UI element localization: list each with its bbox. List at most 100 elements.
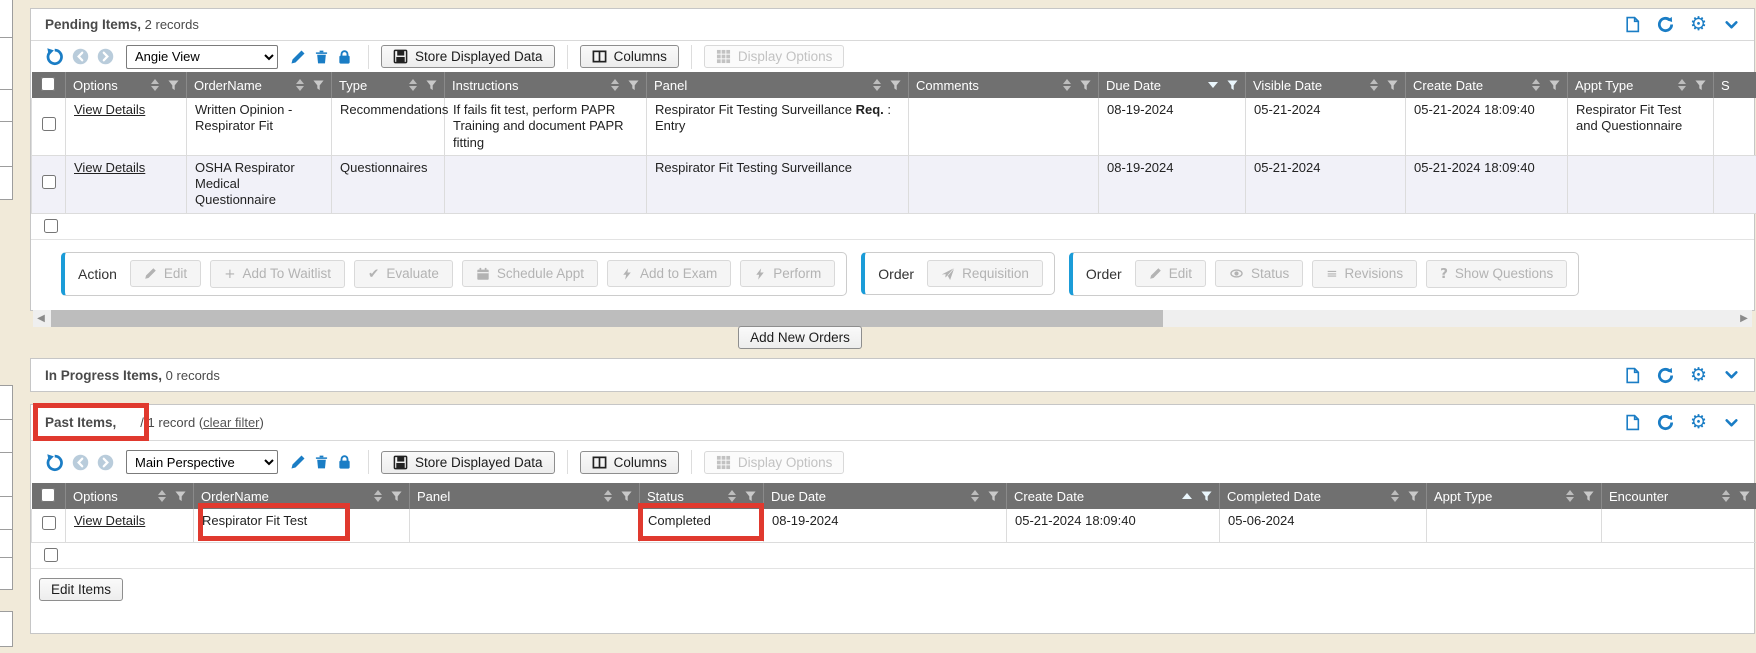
view-selector[interactable]: Main Perspective	[126, 450, 278, 474]
column-header-options[interactable]: Options	[73, 78, 118, 93]
chevron-down-icon[interactable]	[1723, 416, 1740, 430]
sort-icon[interactable]	[1063, 79, 1071, 91]
sort-icon[interactable]	[1391, 490, 1399, 502]
footer-checkbox[interactable]	[44, 219, 58, 233]
edit-items-button[interactable]: Edit Items	[39, 578, 123, 601]
filter-icon[interactable]	[1227, 80, 1238, 91]
store-displayed-data-button[interactable]: Store Displayed Data	[381, 451, 555, 474]
gear-icon[interactable]: ⚙	[1690, 413, 1707, 432]
filter-icon[interactable]	[988, 491, 999, 502]
filter-icon[interactable]	[1549, 80, 1560, 91]
chevron-down-icon[interactable]	[1723, 368, 1740, 382]
column-header-instructions[interactable]: Instructions	[452, 78, 518, 93]
sort-icon[interactable]	[296, 79, 304, 91]
filter-icon[interactable]	[391, 491, 402, 502]
select-all-checkbox[interactable]	[41, 77, 55, 91]
row-checkbox[interactable]	[42, 516, 56, 530]
undo-icon[interactable]	[45, 47, 64, 66]
column-header-truncated[interactable]: S	[1721, 78, 1730, 93]
column-header-visible-date[interactable]: Visible Date	[1253, 78, 1322, 93]
view-details-link[interactable]: View Details	[74, 102, 145, 117]
filter-icon[interactable]	[1387, 80, 1398, 91]
column-header-panel[interactable]: Panel	[417, 489, 450, 504]
sort-icon[interactable]	[971, 490, 979, 502]
add-new-orders-button[interactable]: Add New Orders	[738, 326, 862, 349]
refresh-icon[interactable]	[1657, 16, 1674, 33]
sort-icon[interactable]	[611, 79, 619, 91]
select-all-checkbox[interactable]	[41, 488, 55, 502]
filter-icon[interactable]	[621, 491, 632, 502]
sort-icon[interactable]	[604, 490, 612, 502]
gear-icon[interactable]: ⚙	[1690, 15, 1707, 34]
lock-view-icon[interactable]	[337, 49, 352, 65]
footer-checkbox[interactable]	[44, 548, 58, 562]
row-checkbox[interactable]	[42, 175, 56, 189]
view-selector[interactable]: Angie View	[126, 45, 278, 69]
view-details-link[interactable]: View Details	[74, 160, 145, 175]
column-header-completed-date[interactable]: Completed Date	[1227, 489, 1321, 504]
filter-icon[interactable]	[313, 80, 324, 91]
sort-icon[interactable]	[1370, 79, 1378, 91]
gear-icon[interactable]: ⚙	[1690, 366, 1707, 385]
new-document-icon[interactable]	[1624, 16, 1641, 33]
horizontal-scrollbar[interactable]: ◀ ▶	[33, 310, 1752, 327]
new-document-icon[interactable]	[1624, 414, 1641, 431]
next-view-icon[interactable]	[97, 454, 114, 471]
scroll-left-arrow[interactable]: ◀	[33, 310, 49, 327]
sort-icon[interactable]	[1532, 79, 1540, 91]
refresh-icon[interactable]	[1657, 367, 1674, 384]
column-header-type[interactable]: Type	[339, 78, 367, 93]
sort-desc-icon[interactable]	[1208, 82, 1218, 88]
refresh-icon[interactable]	[1657, 414, 1674, 431]
column-header-appt-type[interactable]: Appt Type	[1575, 78, 1633, 93]
column-header-status[interactable]: Status	[647, 489, 684, 504]
filter-icon[interactable]	[1695, 80, 1706, 91]
filter-icon[interactable]	[890, 80, 901, 91]
column-header-comments[interactable]: Comments	[916, 78, 979, 93]
column-header-appt-type[interactable]: Appt Type	[1434, 489, 1492, 504]
column-header-encounter[interactable]: Encounter	[1609, 489, 1668, 504]
sort-icon[interactable]	[151, 79, 159, 91]
clear-filter-link[interactable]: clear filter	[203, 415, 259, 430]
filter-icon[interactable]	[168, 80, 179, 91]
lock-view-icon[interactable]	[337, 454, 352, 470]
sort-icon[interactable]	[374, 490, 382, 502]
sort-icon[interactable]	[1722, 490, 1730, 502]
filter-icon[interactable]	[175, 491, 186, 502]
columns-button[interactable]: Columns	[580, 451, 679, 474]
column-header-ordername[interactable]: OrderName	[194, 78, 262, 93]
delete-view-icon[interactable]	[314, 49, 329, 65]
edit-view-icon[interactable]	[290, 454, 306, 470]
new-document-icon[interactable]	[1624, 367, 1641, 384]
filter-icon[interactable]	[426, 80, 437, 91]
filter-icon[interactable]	[1080, 80, 1091, 91]
sort-icon[interactable]	[409, 79, 417, 91]
column-header-due-date[interactable]: Due Date	[1106, 78, 1161, 93]
filter-icon[interactable]	[1739, 491, 1750, 502]
filter-icon[interactable]	[628, 80, 639, 91]
sort-icon[interactable]	[158, 490, 166, 502]
column-header-options[interactable]: Options	[73, 489, 118, 504]
sort-icon[interactable]	[873, 79, 881, 91]
sort-asc-icon[interactable]	[1182, 493, 1192, 499]
column-header-due-date[interactable]: Due Date	[771, 489, 826, 504]
scroll-right-arrow[interactable]: ▶	[1736, 310, 1752, 327]
column-header-ordername[interactable]: OrderName	[201, 489, 269, 504]
filter-icon[interactable]	[1201, 491, 1212, 502]
next-view-icon[interactable]	[97, 48, 114, 65]
filter-icon[interactable]	[745, 491, 756, 502]
sort-icon[interactable]	[1678, 79, 1686, 91]
column-header-panel[interactable]: Panel	[654, 78, 687, 93]
columns-button[interactable]: Columns	[580, 45, 679, 68]
filter-icon[interactable]	[1408, 491, 1419, 502]
store-displayed-data-button[interactable]: Store Displayed Data	[381, 45, 555, 68]
view-details-link[interactable]: View Details	[74, 513, 145, 528]
sort-icon[interactable]	[728, 490, 736, 502]
column-header-create-date[interactable]: Create Date	[1413, 78, 1483, 93]
delete-view-icon[interactable]	[314, 454, 329, 470]
undo-icon[interactable]	[45, 453, 64, 472]
prev-view-icon[interactable]	[72, 454, 89, 471]
scrollbar-thumb[interactable]	[51, 310, 1163, 327]
column-header-create-date[interactable]: Create Date	[1014, 489, 1084, 504]
sort-icon[interactable]	[1566, 490, 1574, 502]
